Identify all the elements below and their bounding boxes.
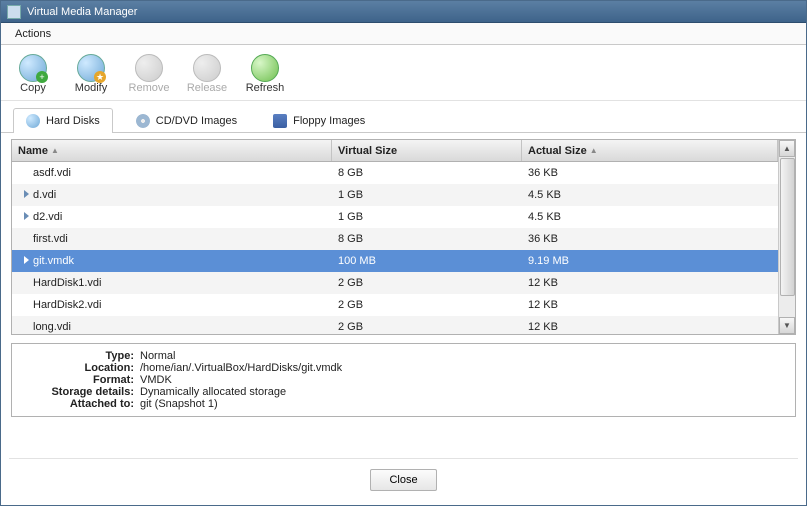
disk-copy-icon: + [19,54,47,82]
copy-button[interactable]: +Copy [11,54,55,94]
expand-icon[interactable] [24,212,29,220]
close-button[interactable]: Close [370,469,436,491]
disk-modify-icon: ★ [77,54,105,82]
table-row[interactable]: long.vdi2 GB12 KB [12,316,778,334]
refresh-icon [251,54,279,82]
cell-name: HardDisk1.vdi [12,277,332,289]
label-type: Type: [20,350,140,362]
cell-actual: 12 KB [522,321,778,333]
scroll-up-button[interactable]: ▲ [779,140,795,157]
toolbar: +Copy ★Modify Remove Release Refresh [1,45,806,101]
tab-cd-dvd[interactable]: CD/DVD Images [123,108,250,133]
table-row[interactable]: git.vmdk100 MB9.19 MB [12,250,778,272]
cell-name: long.vdi [12,321,332,333]
cell-actual: 12 KB [522,299,778,311]
cell-actual: 4.5 KB [522,189,778,201]
table-row[interactable]: d.vdi1 GB4.5 KB [12,184,778,206]
label-attached: Attached to: [20,398,140,410]
label-storage: Storage details: [20,386,140,398]
value-type: Normal [140,350,175,362]
cell-actual: 9.19 MB [522,255,778,267]
titlebar[interactable]: Virtual Media Manager [1,1,806,23]
cd-icon [136,114,150,128]
tab-hard-disks[interactable]: Hard Disks [13,108,113,133]
floppy-icon [273,114,287,128]
virtual-media-manager-window: Virtual Media Manager Actions +Copy ★Mod… [0,0,807,506]
table-row[interactable]: asdf.vdi8 GB36 KB [12,162,778,184]
table-row[interactable]: HardDisk2.vdi2 GB12 KB [12,294,778,316]
cell-virtual: 8 GB [332,233,522,245]
remove-button: Remove [127,54,171,94]
tabbar: Hard Disks CD/DVD Images Floppy Images [1,101,806,133]
cell-name: HardDisk2.vdi [12,299,332,311]
value-location: /home/ian/.VirtualBox/HardDisks/git.vmdk [140,362,342,374]
expand-icon[interactable] [24,190,29,198]
cell-virtual: 1 GB [332,189,522,201]
sort-asc-icon: ▲ [51,146,59,155]
cell-name: d2.vdi [12,211,332,223]
cell-actual: 36 KB [522,233,778,245]
column-headers: Name▲ Virtual Size Actual Size▲ [12,140,778,162]
release-button: Release [185,54,229,94]
modify-button[interactable]: ★Modify [69,54,113,94]
col-actual-size[interactable]: Actual Size▲ [522,140,778,161]
rows-container: asdf.vdi8 GB36 KBd.vdi1 GB4.5 KBd2.vdi1 … [12,162,778,334]
value-format: VMDK [140,374,172,386]
details-panel: Type:Normal Location:/home/ian/.VirtualB… [11,343,796,417]
cell-virtual: 8 GB [332,167,522,179]
menubar: Actions [1,23,806,45]
menu-actions[interactable]: Actions [9,26,57,42]
cell-virtual: 2 GB [332,321,522,333]
value-storage: Dynamically allocated storage [140,386,286,398]
scroll-down-button[interactable]: ▼ [779,317,795,334]
refresh-button[interactable]: Refresh [243,54,287,94]
col-virtual-size[interactable]: Virtual Size [332,140,522,161]
cell-actual: 36 KB [522,167,778,179]
scroll-thumb[interactable] [780,158,795,296]
hard-disk-icon [26,114,40,128]
tab-floppy[interactable]: Floppy Images [260,108,378,133]
disk-release-icon [193,54,221,82]
cell-actual: 12 KB [522,277,778,289]
cell-name: d.vdi [12,189,332,201]
table-row[interactable]: HardDisk1.vdi2 GB12 KB [12,272,778,294]
cell-name: first.vdi [12,233,332,245]
cell-virtual: 2 GB [332,299,522,311]
window-title: Virtual Media Manager [27,6,137,18]
media-list: Name▲ Virtual Size Actual Size▲ asdf.vdi… [11,139,796,335]
disk-remove-icon [135,54,163,82]
label-location: Location: [20,362,140,374]
content-area: Name▲ Virtual Size Actual Size▲ asdf.vdi… [1,133,806,458]
label-format: Format: [20,374,140,386]
expand-icon[interactable] [24,256,29,264]
footer: Close [9,458,798,505]
cell-name: git.vmdk [12,255,332,267]
value-attached: git (Snapshot 1) [140,398,218,410]
col-name[interactable]: Name▲ [12,140,332,161]
scrollbar[interactable]: ▲ ▼ [778,140,795,334]
cell-virtual: 2 GB [332,277,522,289]
table-row[interactable]: first.vdi8 GB36 KB [12,228,778,250]
table-row[interactable]: d2.vdi1 GB4.5 KB [12,206,778,228]
cell-virtual: 1 GB [332,211,522,223]
app-icon [7,5,21,19]
cell-virtual: 100 MB [332,255,522,267]
cell-name: asdf.vdi [12,167,332,179]
cell-actual: 4.5 KB [522,211,778,223]
sort-indicator-icon: ▲ [590,146,598,155]
